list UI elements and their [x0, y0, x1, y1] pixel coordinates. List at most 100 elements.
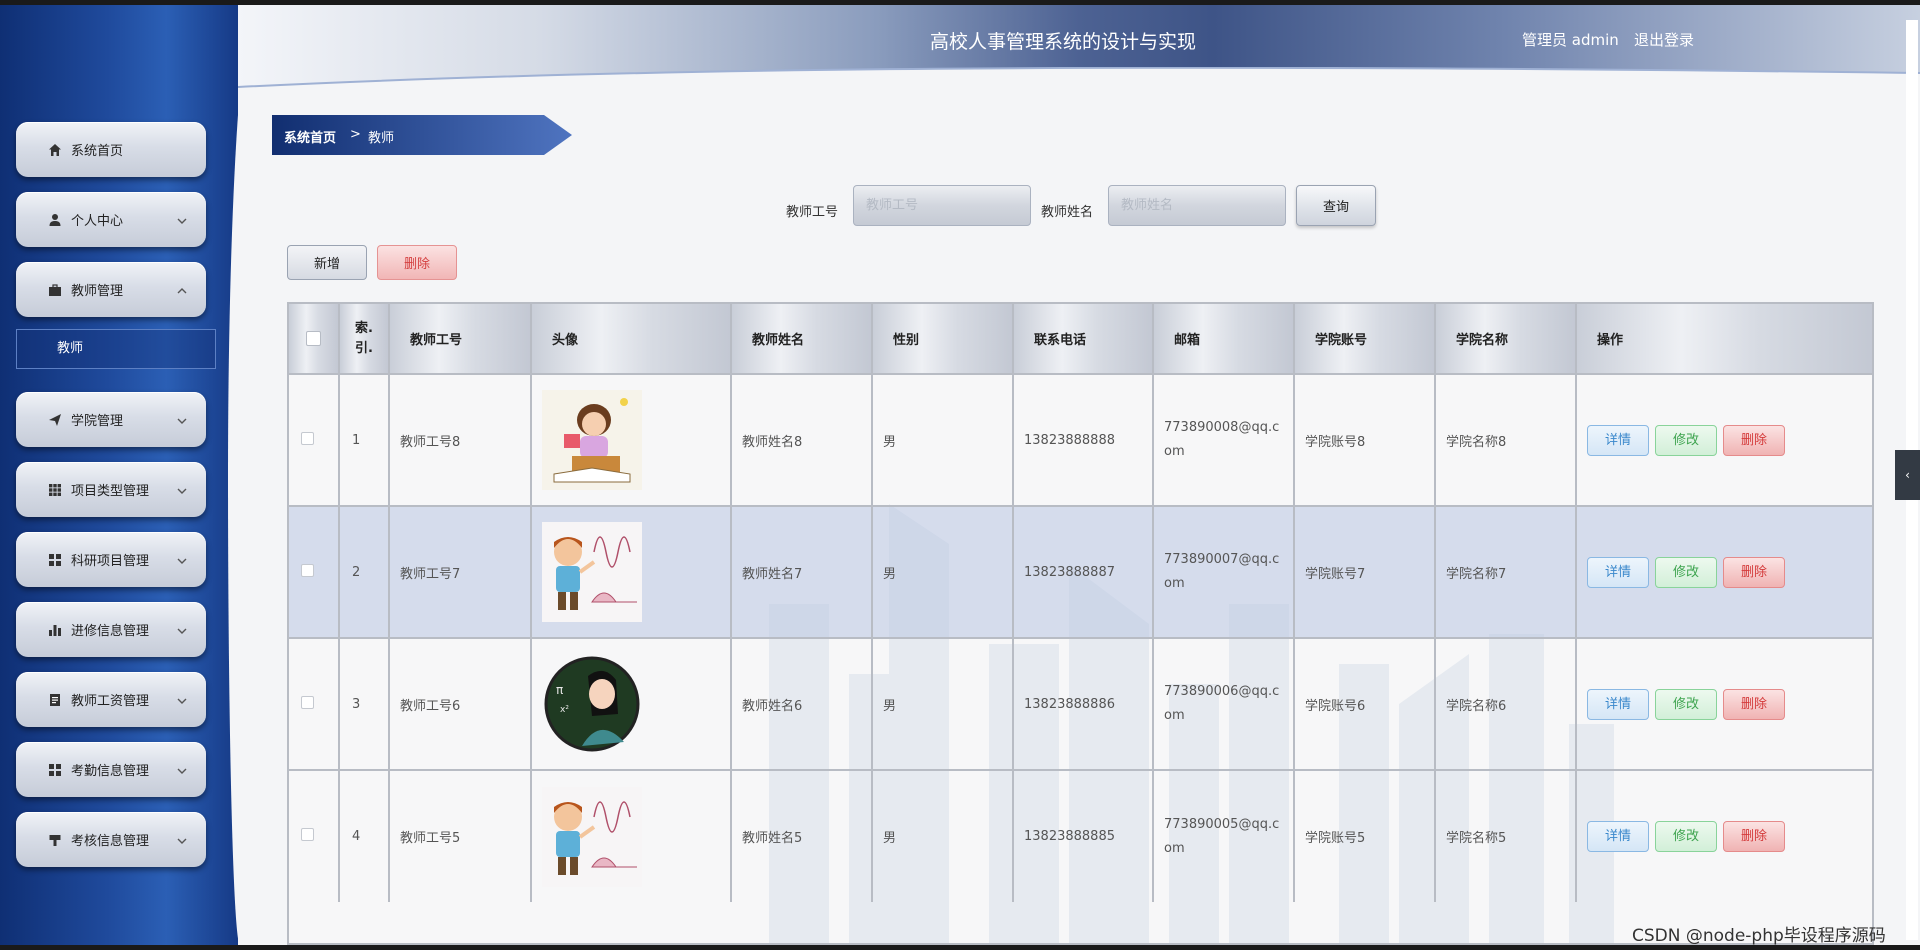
row-college-name: 学院名称6	[1435, 637, 1577, 770]
row-phone: 13823888888	[1013, 373, 1154, 506]
row-teacher-name: 教师姓名7	[731, 505, 873, 638]
row-gender: 男	[872, 505, 1014, 638]
row-college-account: 学院账号7	[1294, 505, 1436, 638]
row-checkbox[interactable]	[301, 563, 314, 577]
col-phone: 联系电话	[1013, 304, 1154, 374]
teacher-table: 索. 引. 教师工号 头像 教师姓名 性别 联系电话 邮箱 学院账号 学院名称 操…	[287, 302, 1874, 945]
batch-delete-button[interactable]: 删除	[377, 245, 457, 280]
col-college-account: 学院账号	[1294, 304, 1436, 374]
sidebar-item[interactable]: 系统首页	[16, 122, 206, 177]
col-teacher-name: 教师姓名	[731, 304, 873, 374]
delete-button[interactable]: 删除	[1723, 821, 1785, 852]
apps-icon	[47, 762, 63, 778]
breadcrumb-current: 教师	[368, 131, 395, 146]
breadcrumb-home[interactable]: 系统首页	[284, 127, 336, 146]
row-college-account: 学院账号6	[1294, 637, 1436, 770]
detail-button[interactable]: 详情	[1587, 424, 1649, 456]
logout-link[interactable]: 退出登录	[1634, 29, 1694, 50]
select-all-cell	[289, 304, 340, 374]
row-email-cell: 773890005@qq.com	[1153, 769, 1295, 902]
table-row[interactable]: 4 教师工号5 教师姓名5 男 13823888885 773890005@qq.com 学…	[289, 769, 1872, 902]
row-select-cell	[289, 637, 340, 770]
home-icon	[47, 142, 63, 158]
teacher-chalkboard-avatar: π x²	[542, 654, 730, 754]
row-phone: 13823888885	[1013, 769, 1154, 902]
row-college-account: 学院账号5	[1294, 769, 1436, 902]
sidebar-item[interactable]: 学院管理	[16, 392, 206, 447]
header-wave	[238, 67, 1920, 97]
row-teacher-id: 教师工号6	[389, 637, 532, 770]
page-title: 高校人事管理系统的设计与实现	[930, 31, 1197, 53]
sidebar-item-label: 系统首页	[71, 144, 124, 159]
row-checkbox[interactable]	[301, 695, 314, 709]
sidebar-item[interactable]: 项目类型管理	[16, 462, 206, 517]
sidebar-item[interactable]: 教师管理	[16, 262, 206, 317]
sidebar-item[interactable]: 进修信息管理	[16, 602, 206, 657]
row-teacher-id: 教师工号8	[389, 373, 532, 506]
row-index: 1	[339, 373, 390, 506]
edit-button[interactable]: 修改	[1655, 424, 1717, 456]
sidebar: 系统首页个人中心教师管理学院管理项目类型管理 科研项目管理 进修信息管理教师工资管理…	[0, 5, 238, 945]
row-teacher-id: 教师工号7	[389, 505, 532, 638]
query-button[interactable]: 查询	[1296, 185, 1376, 226]
table-row[interactable]: 3 教师工号6 π x² 教师姓名6 男 13823888886 773890006@qq.c…	[289, 637, 1872, 770]
chevron-down-icon	[176, 552, 188, 564]
stamp-icon	[47, 832, 63, 848]
row-college-name: 学院名称7	[1435, 505, 1577, 638]
svg-text:π: π	[556, 683, 563, 697]
col-avatar: 头像	[531, 304, 732, 374]
chevron-down-icon	[176, 412, 188, 424]
user-icon	[47, 212, 63, 228]
row-select-cell	[289, 769, 340, 902]
row-avatar-cell	[531, 769, 732, 902]
sidebar-item-label: 考核信息管理	[71, 834, 150, 849]
detail-button[interactable]: 详情	[1587, 821, 1649, 852]
row-gender: 男	[872, 637, 1014, 770]
app-root: 系统首页个人中心教师管理学院管理项目类型管理 科研项目管理 进修信息管理教师工资管理…	[0, 5, 1920, 945]
table-row[interactable]: 1 教师工号8 教师姓名8 男 13823888888 773890008@qq.com 学…	[289, 373, 1872, 506]
col-teacher-id: 教师工号	[389, 304, 532, 374]
collapse-panel-tab[interactable]: ‹	[1895, 450, 1920, 500]
delete-button[interactable]: 删除	[1723, 424, 1785, 456]
delete-button[interactable]: 删除	[1723, 556, 1785, 588]
edit-button[interactable]: 修改	[1655, 688, 1717, 720]
row-teacher-name: 教师姓名5	[731, 769, 873, 902]
sidebar-item[interactable]: 教师工资管理	[16, 672, 206, 727]
sidebar-item-label: 项目类型管理	[71, 484, 150, 499]
col-email: 邮箱	[1153, 304, 1295, 374]
sidebar-subitem-teacher[interactable]: 教师	[16, 329, 216, 369]
row-avatar-cell	[531, 373, 732, 506]
detail-button[interactable]: 详情	[1587, 556, 1649, 588]
teacher-id-label: 教师工号	[786, 205, 839, 220]
sidebar-item[interactable]: 考核信息管理	[16, 812, 206, 867]
current-user: 管理员 admin	[1522, 31, 1619, 49]
row-index: 4	[339, 769, 390, 902]
edit-button[interactable]: 修改	[1655, 556, 1717, 588]
teacher-name-input[interactable]	[1108, 185, 1286, 226]
row-checkbox[interactable]	[301, 828, 314, 841]
teacher-id-input[interactable]	[853, 185, 1031, 226]
sidebar-item[interactable]: 科研项目管理	[16, 532, 206, 587]
sidebar-item[interactable]: 个人中心	[16, 192, 206, 247]
teacher-math-avatar	[542, 522, 730, 622]
sidebar-item[interactable]: 考勤信息管理	[16, 742, 206, 797]
table-row[interactable]: 2 教师工号7 教师姓名7 男 13823888887 773890007@qq.com 学…	[289, 505, 1872, 638]
select-all-checkbox[interactable]	[306, 331, 321, 346]
chevron-down-icon	[176, 832, 188, 844]
col-gender: 性别	[872, 304, 1014, 374]
row-email-cell: 773890007@qq.com	[1153, 505, 1295, 638]
watermark: CSDN @node-php毕设程序源码	[1632, 926, 1886, 945]
row-actions: 详情 修改 删除	[1576, 505, 1872, 638]
row-phone: 13823888886	[1013, 637, 1154, 770]
sidebar-item-label: 进修信息管理	[71, 624, 150, 639]
row-actions: 详情 修改 删除	[1576, 373, 1872, 506]
table-header-row: 索. 引. 教师工号 头像 教师姓名 性别 联系电话 邮箱 学院账号 学院名称 操…	[289, 304, 1872, 374]
delete-button[interactable]: 删除	[1723, 688, 1785, 720]
row-checkbox[interactable]	[301, 431, 314, 445]
teacher-name-label: 教师姓名	[1041, 205, 1094, 220]
sidebar-item-label: 科研项目管理	[71, 554, 150, 569]
edit-button[interactable]: 修改	[1655, 821, 1717, 852]
add-button[interactable]: 新增	[287, 245, 367, 280]
row-avatar-cell: π x²	[531, 637, 732, 770]
detail-button[interactable]: 详情	[1587, 688, 1649, 720]
